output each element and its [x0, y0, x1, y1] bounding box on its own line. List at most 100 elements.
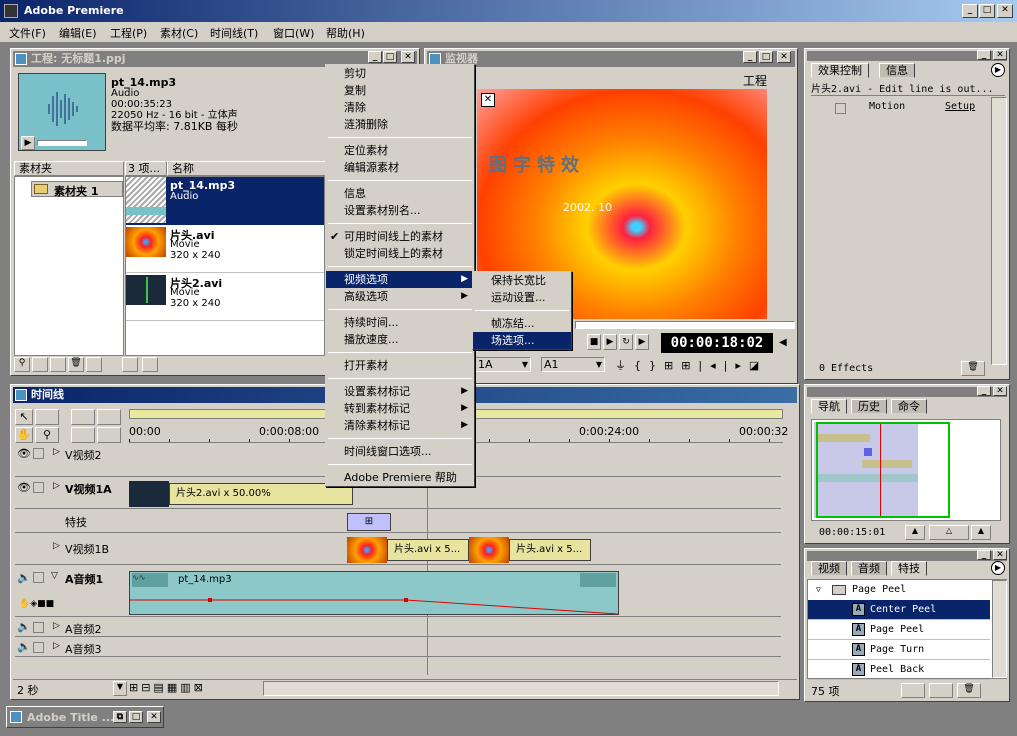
cross-fade-tool-icon[interactable]	[71, 427, 95, 443]
expand-triangle-icon[interactable]: ▷	[53, 541, 60, 551]
menu-item[interactable]: 高级选项 ▶	[326, 288, 474, 305]
icon-view-icon[interactable]	[142, 357, 158, 372]
selection-tool-icon[interactable]: ↖	[15, 409, 33, 425]
effects-delete-icon[interactable]: 🗑	[961, 361, 985, 376]
minimized-title-window[interactable]: Adobe Title ... ⧉ □ ✕	[6, 706, 164, 728]
effects-close-button[interactable]: ✕	[993, 50, 1007, 60]
list-item[interactable]: A Page Peel	[808, 620, 990, 640]
navigator-minimize-button[interactable]: _	[977, 386, 991, 396]
lock-box[interactable]	[33, 642, 44, 653]
view-icon[interactable]	[86, 357, 102, 372]
effects-scrollbar[interactable]	[991, 97, 1007, 365]
new-item-icon[interactable]	[50, 357, 66, 372]
restore-button[interactable]: ⧉	[113, 711, 127, 723]
zoom-in-icon[interactable]: ▲	[971, 525, 991, 540]
tab-effect-controls[interactable]: 效果控制	[811, 63, 869, 78]
delete-icon[interactable]: 🗑	[68, 357, 84, 372]
menu-item[interactable]: 场选项...	[473, 332, 571, 349]
speaker-icon[interactable]: 🔈	[17, 620, 31, 633]
navigator-preview[interactable]	[811, 419, 1001, 521]
setup-link[interactable]: Setup	[945, 101, 975, 112]
menu-item[interactable]: 剪切	[326, 65, 474, 82]
range-select-tool-icon[interactable]	[35, 409, 59, 425]
menu-item[interactable]: 复制	[326, 82, 474, 99]
project-minimize-button[interactable]: _	[368, 51, 382, 63]
menu-help[interactable]: 帮助(H)	[326, 25, 365, 41]
project-close-button[interactable]: ✕	[401, 51, 415, 63]
eye-icon[interactable]: 👁	[17, 481, 31, 494]
timeline-option-icons[interactable]: ⊞⊟▤▦▥⊠	[129, 681, 259, 696]
project-maximize-button[interactable]: □	[383, 51, 397, 63]
menu-clip[interactable]: 素材(C)	[160, 25, 198, 41]
speaker-icon[interactable]: ◀	[779, 337, 787, 348]
expand-triangle-icon[interactable]: ▷	[53, 641, 60, 651]
razor-tool-icon[interactable]	[97, 409, 121, 425]
in-out-tool-icon[interactable]	[97, 427, 121, 443]
tab-info[interactable]: 信息	[879, 63, 915, 78]
tab-audio[interactable]: 音频	[851, 561, 887, 576]
menu-item[interactable]: 编辑源素材	[326, 159, 474, 176]
delete-transition-icon[interactable]: 🗑	[957, 683, 981, 698]
eye-icon[interactable]: 👁	[17, 447, 31, 460]
menu-item[interactable]: 信息	[326, 185, 474, 202]
expand-triangle-icon[interactable]: ▷	[53, 447, 60, 457]
menu-item[interactable]: 设置素材别名...	[326, 202, 474, 219]
target-track-a-select[interactable]: 1A ▼	[475, 357, 531, 372]
transitions-scrollbar[interactable]	[992, 580, 1007, 678]
tab-commands[interactable]: 命令	[891, 399, 927, 414]
menu-item[interactable]: 设置素材标记 ▶	[326, 383, 474, 400]
stop-button[interactable]: ■	[587, 334, 601, 350]
transitions-minimize-button[interactable]: _	[977, 550, 991, 560]
effects-minimize-button[interactable]: _	[977, 50, 991, 60]
effects-menu-icon-2[interactable]: ▶	[991, 561, 1005, 575]
menu-item[interactable]: 转到素材标记 ▶	[326, 400, 474, 417]
menu-item[interactable]: 持续时间...	[326, 314, 474, 331]
menu-item[interactable]: 播放速度...	[326, 331, 474, 348]
menu-file[interactable]: 文件(F)	[9, 25, 46, 41]
name-column-header[interactable]: 名称	[167, 161, 327, 176]
menu-item[interactable]: 打开素材	[326, 357, 474, 374]
zoom-dropdown[interactable]: ▼	[113, 681, 127, 696]
menu-item[interactable]: ✔ 可用时间线上的素材	[326, 228, 474, 245]
expand-triangle-icon[interactable]: ▷	[53, 481, 60, 491]
zoom-out-icon[interactable]: ▲	[905, 525, 925, 540]
menu-item[interactable]: 清除	[326, 99, 474, 116]
monitor-minimize-button[interactable]: _	[743, 51, 757, 63]
monitor-close-button[interactable]: ✕	[777, 51, 791, 63]
tab-transitions[interactable]: 特技	[891, 561, 927, 576]
menu-item[interactable]: 保持长宽比	[473, 272, 571, 289]
lock-box[interactable]	[33, 572, 44, 583]
tab-navigator[interactable]: 导航	[811, 399, 847, 414]
app-minimize-button[interactable]: _	[962, 4, 978, 18]
menu-item[interactable]: 视频选项 ▶	[326, 271, 474, 288]
close-x-icon[interactable]: ✕	[481, 93, 495, 107]
transitions-close-button[interactable]: ✕	[993, 550, 1007, 560]
menu-window[interactable]: 窗口(W)	[273, 25, 314, 41]
lock-box[interactable]	[33, 482, 44, 493]
zoom-tool-icon[interactable]: ⚲	[35, 427, 59, 443]
menu-item[interactable]: 锁定时间线上的素材	[326, 245, 474, 262]
menu-item[interactable]: 定位素材	[326, 142, 474, 159]
timeline-hscrollbar[interactable]	[263, 681, 779, 696]
play-edit-button[interactable]: ▶	[635, 334, 649, 350]
monitor-maximize-button[interactable]: □	[759, 51, 773, 63]
play-button[interactable]: ▶	[603, 334, 617, 350]
bin-item[interactable]: 素材夹 1	[31, 181, 123, 198]
menu-item[interactable]: 清除素材标记 ▶	[326, 417, 474, 434]
menu-item[interactable]: 运动设置...	[473, 289, 571, 306]
lock-box[interactable]	[33, 448, 44, 459]
expand-triangle-icon[interactable]: ▽	[816, 580, 821, 600]
new-bin-icon[interactable]	[32, 357, 48, 372]
clip-v1b-1[interactable]: 片头.avi x 5...	[387, 539, 469, 561]
minimized-close-button[interactable]: ✕	[147, 711, 161, 723]
transition-clip[interactable]: ⊞	[347, 513, 391, 531]
speaker-icon[interactable]: 🔈	[17, 640, 31, 653]
new-folder-icon[interactable]	[929, 683, 953, 698]
monitor-timebar[interactable]	[575, 321, 795, 329]
expand-triangle-icon[interactable]: ▷	[53, 621, 60, 631]
list-item[interactable]: pt_14.mp3 Audio	[126, 177, 324, 225]
list-item[interactable]: A Center Peel	[808, 600, 990, 620]
menu-item[interactable]: 涟漪删除	[326, 116, 474, 133]
menu-item[interactable]: 时间线窗口选项...	[326, 443, 474, 460]
collapse-triangle-icon[interactable]: ▽	[51, 571, 58, 581]
